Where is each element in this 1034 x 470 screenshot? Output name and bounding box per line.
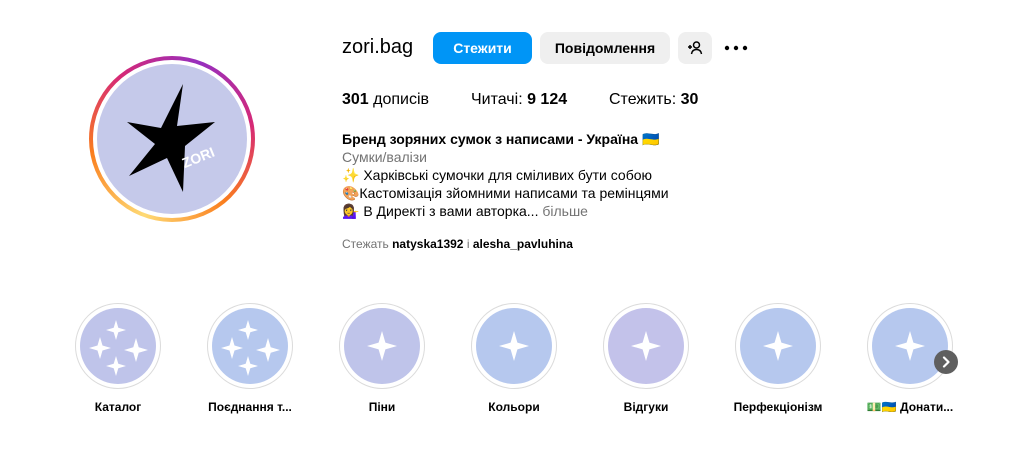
highlight-label: 💵🇺🇦 Донати... [866, 400, 954, 414]
highlight-ring[interactable] [471, 303, 557, 389]
highlight-label: Піни [368, 400, 396, 414]
highlight-item[interactable]: Кольори [471, 303, 557, 414]
posts-label: дописів [368, 91, 430, 108]
posts-count: 301 [342, 91, 369, 108]
avatar-brand-text: ZORI [180, 144, 217, 171]
highlight-item[interactable]: Відгуки [603, 303, 689, 414]
person-add-icon [688, 41, 703, 55]
followers-count: 9 124 [527, 91, 568, 108]
highlight-label: Кольори [488, 400, 540, 414]
bio-name: Бренд зоряних сумок з написами - Україна… [342, 131, 660, 147]
star-icon [631, 331, 661, 361]
highlight-label: Перфекціонізм [733, 400, 823, 414]
highlight-ring[interactable] [75, 303, 161, 389]
followed-by-user-1[interactable]: natyska1392 [392, 237, 463, 251]
followed-by: Стежать natyska1392 і alesha_pavluhina [342, 237, 573, 251]
highlight-ring[interactable] [603, 303, 689, 389]
highlight-ring[interactable] [339, 303, 425, 389]
following-label: Стежить: [609, 91, 681, 108]
bio-line-3-text: 💁‍♀️ В Директі з вами авторка... [342, 203, 543, 219]
highlight-item[interactable]: Каталог [75, 303, 161, 414]
posts-stat: 301 дописів [342, 91, 429, 109]
bio-more-link[interactable]: більше [542, 203, 588, 219]
highlight-cover [344, 308, 420, 384]
followed-by-user-2[interactable]: alesha_pavluhina [473, 237, 573, 251]
more-horizontal-icon [724, 45, 748, 51]
highlight-item[interactable]: Поєднання т... [207, 303, 293, 414]
avatar[interactable]: ZORI [97, 64, 247, 214]
chevron-right-icon [942, 356, 950, 368]
highlight-ring[interactable] [207, 303, 293, 389]
bio-line-3: 💁‍♀️ В Директі з вами авторка... більше [342, 202, 588, 220]
more-options-button[interactable] [722, 32, 750, 64]
highlight-cover [740, 308, 816, 384]
highlights-next-button[interactable] [934, 350, 958, 374]
highlight-cover [608, 308, 684, 384]
profile-username: zori.bag [342, 36, 414, 58]
star-icon [763, 331, 793, 361]
bio-category: Сумки/валізи [342, 149, 427, 165]
highlight-cover [872, 308, 948, 384]
star-icon [89, 320, 148, 376]
highlight-ring[interactable] [735, 303, 821, 389]
highlight-item[interactable]: Піни [339, 303, 425, 414]
highlight-label: Каталог [94, 400, 142, 414]
followers-stat[interactable]: Читачі: 9 124 [471, 91, 567, 109]
profile-avatar-ring[interactable]: ZORI [89, 56, 255, 222]
highlight-label: Поєднання т... [208, 400, 292, 414]
bio-line-1: ✨ Харківські сумочки для сміливих бути с… [342, 167, 653, 183]
follow-button[interactable]: Стежити [433, 32, 532, 64]
following-stat[interactable]: Стежить: 30 [609, 91, 698, 109]
followers-label: Читачі: [471, 91, 528, 108]
followed-by-prefix: Стежать [342, 237, 393, 251]
followed-by-separator: і [463, 237, 473, 251]
highlight-cover [212, 308, 288, 384]
highlight-label: Відгуки [623, 400, 669, 414]
message-button[interactable]: Повідомлення [540, 32, 670, 64]
add-user-button[interactable] [678, 32, 712, 64]
highlight-item[interactable]: 💵🇺🇦 Донати... [867, 303, 953, 414]
star-icon [367, 331, 397, 361]
zori-star-logo-icon: ZORI [127, 84, 217, 192]
highlight-item[interactable]: Перфекціонізм [734, 303, 822, 414]
highlight-cover [476, 308, 552, 384]
star-icon [499, 331, 529, 361]
star-icon [895, 331, 925, 361]
star-icon [221, 320, 280, 376]
bio-line-2: 🎨Кастомізація зйомними написами та ремін… [342, 185, 669, 201]
following-count: 30 [680, 91, 699, 108]
highlight-ring[interactable] [867, 303, 953, 389]
highlight-cover [80, 308, 156, 384]
